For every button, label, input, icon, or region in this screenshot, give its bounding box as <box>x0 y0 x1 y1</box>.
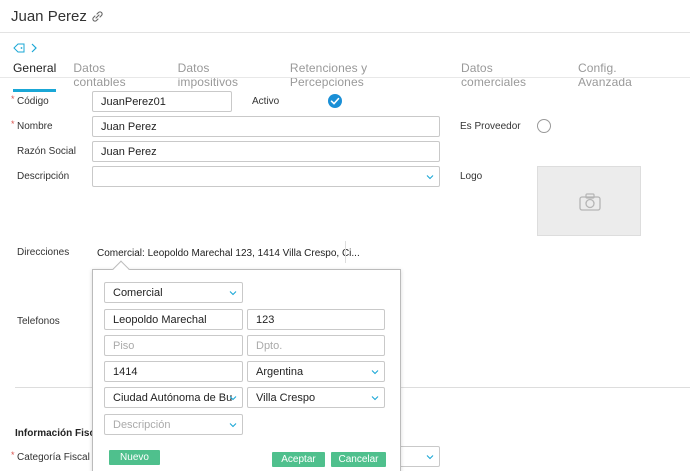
descripcion-label: Descripción <box>17 171 70 182</box>
link-icon[interactable] <box>91 10 104 23</box>
chevron-down-icon <box>371 396 379 401</box>
razon-social-label: Razón Social <box>17 146 76 157</box>
aceptar-button[interactable]: Aceptar <box>272 452 325 467</box>
logo-upload[interactable] <box>537 166 641 236</box>
direccion-summary[interactable]: Comercial: Leopoldo Marechal 123, 1414 V… <box>97 248 360 259</box>
pais-select[interactable]: Argentina <box>247 361 385 382</box>
nuevo-button[interactable]: Nuevo <box>109 450 160 465</box>
nombre-label: Nombre <box>17 121 53 132</box>
categoria-fiscal-select[interactable] <box>398 446 440 467</box>
cancelar-button[interactable]: Cancelar <box>331 452 386 467</box>
piso-input[interactable]: Piso <box>104 335 243 356</box>
tipo-direccion-value: Comercial <box>113 287 163 299</box>
nombre-input[interactable]: Juan Perez <box>92 116 440 137</box>
required-mark: * <box>11 450 15 460</box>
popup-arrow <box>112 260 130 278</box>
tipo-direccion-select[interactable]: Comercial <box>104 282 243 303</box>
chevron-down-icon <box>426 455 434 460</box>
chevron-right-icon[interactable] <box>31 43 37 53</box>
required-mark: * <box>11 94 15 104</box>
tag-icon[interactable] <box>13 43 25 53</box>
direcciones-label: Direcciones <box>17 247 70 258</box>
check-icon <box>330 97 340 105</box>
codigo-input[interactable]: JuanPerez01 <box>92 91 232 112</box>
logo-label: Logo <box>460 171 483 182</box>
page-title-text: Juan Perez <box>11 8 87 25</box>
tag-row <box>13 43 37 53</box>
codigo-postal-input[interactable]: 1414 <box>104 361 243 382</box>
provincia-select[interactable]: Ciudad Autónoma de Bu <box>104 387 243 408</box>
descripcion-select[interactable] <box>92 166 440 187</box>
direccion-divider <box>345 241 346 263</box>
address-popup: Comercial Leopoldo Marechal 123 Piso Dpt… <box>92 260 401 471</box>
direccion-descripcion-select[interactable]: Descripción <box>104 414 243 435</box>
provincia-value: Ciudad Autónoma de Bu <box>113 392 233 404</box>
categoria-fiscal-label: Categoría Fiscal <box>17 452 90 463</box>
info-fiscal-label: Información Fisc <box>15 428 96 439</box>
direccion-descripcion-placeholder: Descripción <box>113 419 171 431</box>
numero-input[interactable]: 123 <box>247 309 385 330</box>
chevron-down-icon <box>371 370 379 375</box>
calle-input[interactable]: Leopoldo Marechal <box>104 309 243 330</box>
chevron-down-icon <box>229 396 237 401</box>
tabs-divider <box>0 77 690 78</box>
es-proveedor-label: Es Proveedor <box>460 121 521 132</box>
chevron-down-icon <box>426 175 434 180</box>
activo-label: Activo <box>252 96 280 107</box>
chevron-down-icon <box>229 291 237 296</box>
es-proveedor-checkbox[interactable] <box>537 119 551 133</box>
header-divider <box>0 32 690 33</box>
dpto-input[interactable]: Dpto. <box>247 335 385 356</box>
telefonos-label: Telefonos <box>17 316 60 327</box>
codigo-label: Código <box>17 96 49 107</box>
localidad-select[interactable]: Villa Crespo <box>247 387 385 408</box>
localidad-value: Villa Crespo <box>256 392 316 404</box>
razon-social-input[interactable]: Juan Perez <box>92 141 440 162</box>
chevron-down-icon <box>229 423 237 428</box>
camera-icon <box>579 193 601 211</box>
activo-checkbox[interactable] <box>328 94 342 108</box>
pais-value: Argentina <box>256 366 304 378</box>
page-title: Juan Perez <box>11 8 104 25</box>
required-mark: * <box>11 119 15 129</box>
